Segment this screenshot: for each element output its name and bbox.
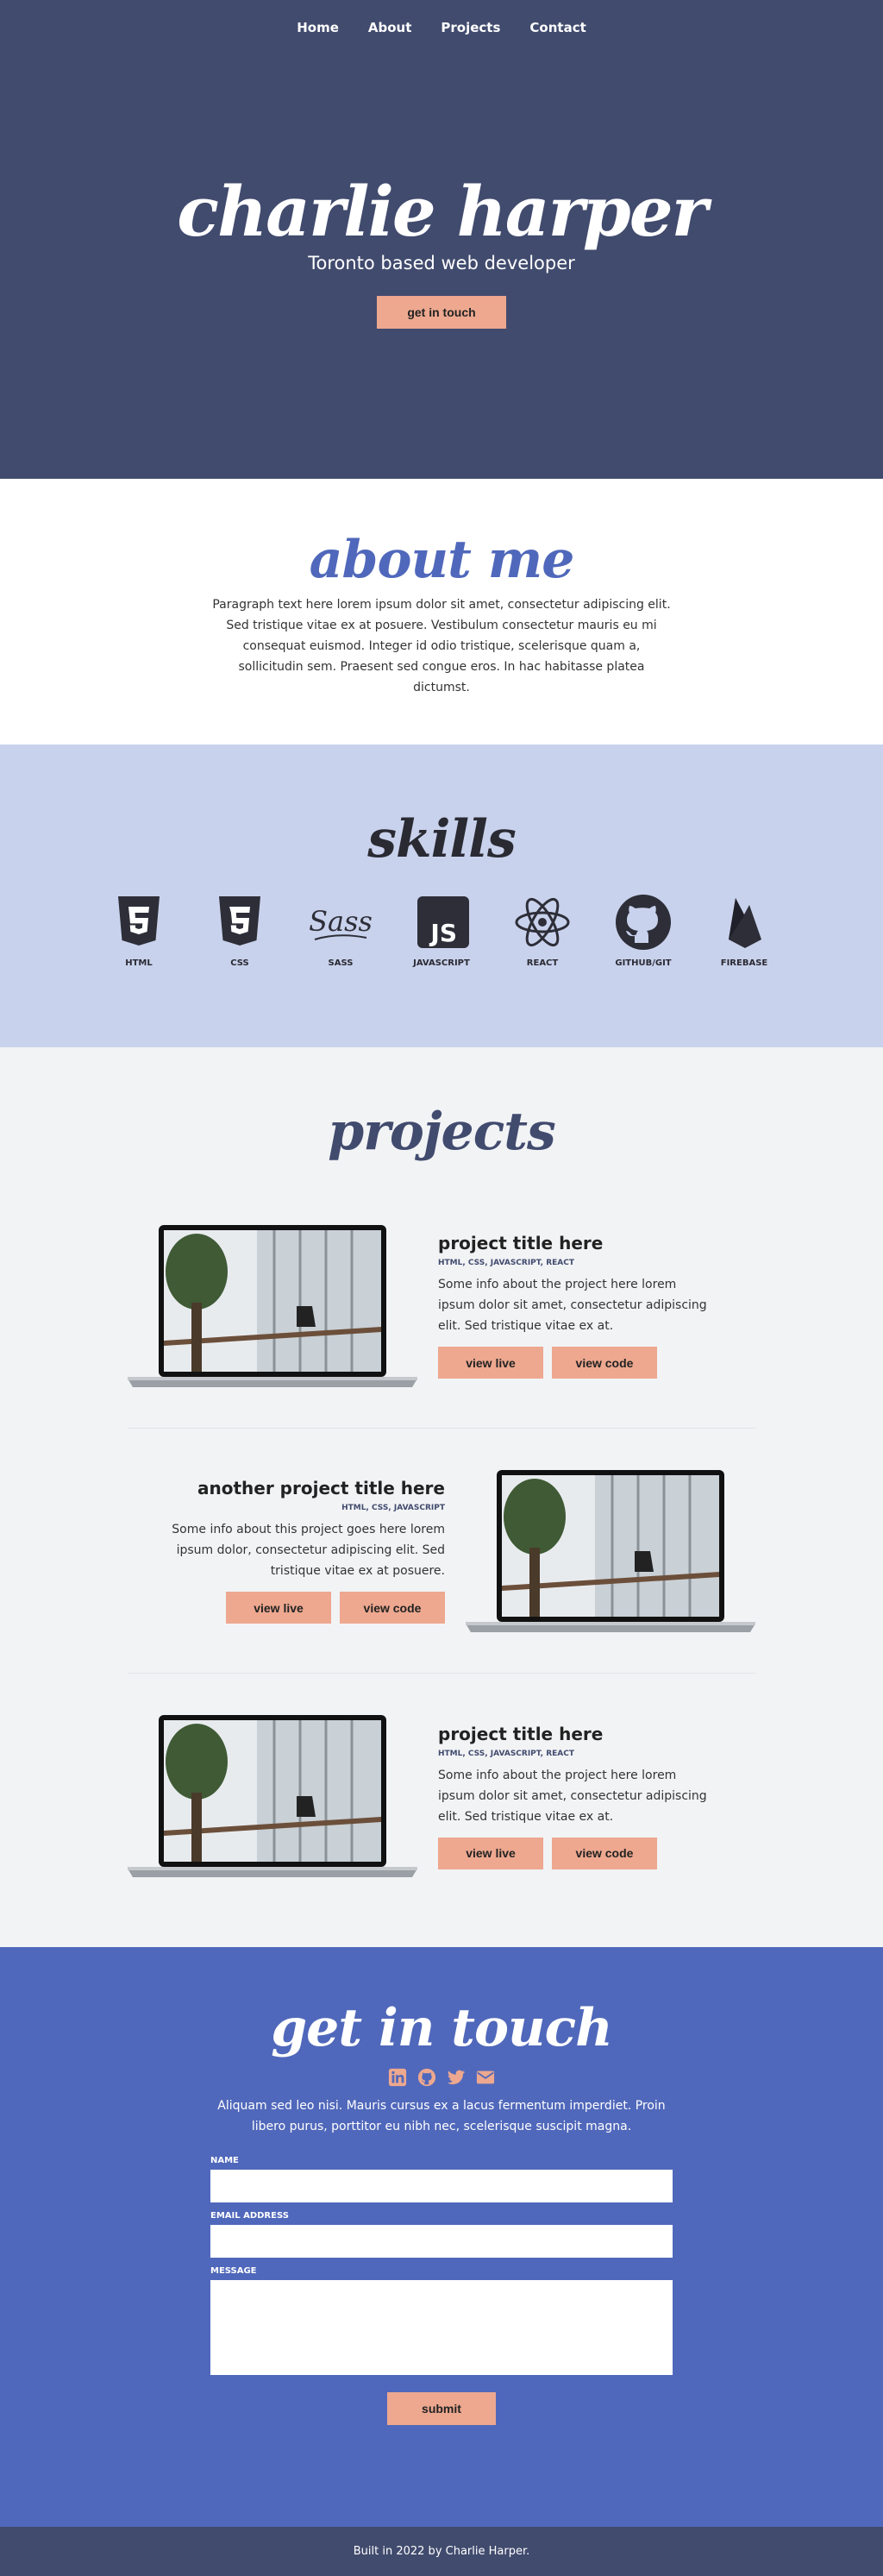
skills-section: skills HTML CSS Sass SASS JS JAVASCRIPT … <box>0 745 883 1047</box>
view-live-button[interactable]: view live <box>226 1592 331 1624</box>
svg-text:JS: JS <box>429 919 457 947</box>
main-nav: Home About Projects Contact <box>0 0 883 55</box>
view-live-button[interactable]: view live <box>438 1837 543 1869</box>
email-field[interactable] <box>210 2225 673 2258</box>
skill-javascript: JS JAVASCRIPT <box>410 891 473 968</box>
skill-label: CSS <box>230 958 249 968</box>
project-buttons: view live view code <box>438 1347 714 1379</box>
view-code-button[interactable]: view code <box>552 1837 657 1869</box>
skill-github: GITHUB/GIT <box>612 891 674 968</box>
skill-label: GITHUB/GIT <box>615 958 672 968</box>
contact-title: get in touch <box>271 1998 613 2058</box>
contact-text: Aliquam sed leo nisi. Mauris cursus ex a… <box>217 2099 666 2133</box>
hero-section: charlie harper Toronto based web develop… <box>0 0 883 479</box>
javascript-icon: JS <box>417 896 469 948</box>
submit-button[interactable]: submit <box>387 2392 496 2425</box>
message-field[interactable] <box>210 2280 673 2375</box>
view-code-button[interactable]: view code <box>340 1592 445 1624</box>
skill-label: FIREBASE <box>720 958 768 968</box>
linkedin-icon[interactable] <box>388 2068 407 2087</box>
skill-react: REACT <box>511 891 573 968</box>
nav-home-link[interactable]: Home <box>297 20 339 35</box>
project-buttons: view live view code <box>226 1592 445 1624</box>
project-info: project title here HTML, CSS, JAVASCRIPT… <box>438 1233 714 1379</box>
project-title: another project title here <box>197 1478 445 1498</box>
view-live-button[interactable]: view live <box>438 1347 543 1379</box>
project-title: project title here <box>438 1723 604 1744</box>
email-label: EMAIL ADDRESS <box>210 2211 289 2221</box>
project-card: project title here HTML, CSS, JAVASCRIPT… <box>128 1184 755 1429</box>
project-description: Some info about the project here lorem i… <box>438 1768 707 1824</box>
message-label: MESSAGE <box>210 2266 257 2276</box>
social-links <box>388 2068 495 2087</box>
html5-icon <box>118 896 160 946</box>
project-info: project title here HTML, CSS, JAVASCRIPT… <box>438 1724 714 1869</box>
skills-title: skills <box>367 809 517 870</box>
laptop-mockup-image <box>128 1224 417 1387</box>
email-icon[interactable] <box>476 2068 495 2087</box>
project-tech: HTML, CSS, JAVASCRIPT, REACT <box>438 1259 574 1267</box>
view-code-button[interactable]: view code <box>552 1347 657 1379</box>
about-section: about me Paragraph text here lorem ipsum… <box>0 479 883 745</box>
hero-subtitle: Toronto based web developer <box>308 253 575 273</box>
contact-section: get in touch Aliquam sed leo nisi. Mauri… <box>0 1947 883 2527</box>
project-tech: HTML, CSS, JAVASCRIPT, REACT <box>438 1749 574 1758</box>
skill-label: JAVASCRIPT <box>413 958 470 968</box>
footer: Built in 2022 by Charlie Harper. <box>0 2527 883 2576</box>
skill-label: HTML <box>125 958 153 968</box>
skill-html: HTML <box>108 891 170 968</box>
skill-css: CSS <box>209 891 271 968</box>
footer-text: Built in 2022 by Charlie Harper. <box>353 2545 530 2558</box>
projects-section: projects project title here HTML, CSS, J… <box>0 1047 883 1947</box>
skill-label: SASS <box>328 958 354 968</box>
skill-sass: Sass SASS <box>310 891 372 968</box>
get-in-touch-button[interactable]: get in touch <box>377 296 506 329</box>
laptop-mockup-image <box>128 1715 417 1877</box>
firebase-icon <box>729 898 761 948</box>
nav-contact-link[interactable]: Contact <box>529 20 586 35</box>
skill-firebase: FIREBASE <box>713 891 775 968</box>
contact-form: NAME EMAIL ADDRESS MESSAGE submit <box>210 2147 673 2425</box>
name-label: NAME <box>210 2156 239 2165</box>
about-title: about me <box>309 530 575 590</box>
hero-title: charlie harper <box>177 171 708 252</box>
project-info: another project title here HTML, CSS, JA… <box>169 1478 445 1624</box>
name-field[interactable] <box>210 2170 673 2202</box>
project-card: project title here HTML, CSS, JAVASCRIPT… <box>128 1674 755 1919</box>
project-description: Some info about the project here lorem i… <box>438 1278 707 1333</box>
project-description: Some info about this project goes here l… <box>172 1523 445 1578</box>
project-tech: HTML, CSS, JAVASCRIPT <box>341 1504 445 1512</box>
github-icon <box>616 895 671 950</box>
laptop-mockup-image <box>466 1469 755 1632</box>
sass-icon: Sass <box>310 905 372 940</box>
project-buttons: view live view code <box>438 1837 714 1869</box>
skill-label: REACT <box>526 958 559 968</box>
github-icon[interactable] <box>417 2068 436 2087</box>
about-text: Paragraph text here lorem ipsum dolor si… <box>212 598 671 694</box>
nav-about-link[interactable]: About <box>368 20 412 35</box>
svg-text:Sass: Sass <box>310 905 372 938</box>
project-title: project title here <box>438 1233 604 1253</box>
nav-projects-link[interactable]: Projects <box>441 20 500 35</box>
projects-title: projects <box>328 1102 555 1162</box>
twitter-icon[interactable] <box>447 2068 466 2087</box>
skills-list: HTML CSS Sass SASS JS JAVASCRIPT REACT G… <box>108 891 775 968</box>
react-icon <box>515 897 570 947</box>
project-card: another project title here HTML, CSS, JA… <box>128 1429 755 1674</box>
css3-icon <box>219 896 260 946</box>
